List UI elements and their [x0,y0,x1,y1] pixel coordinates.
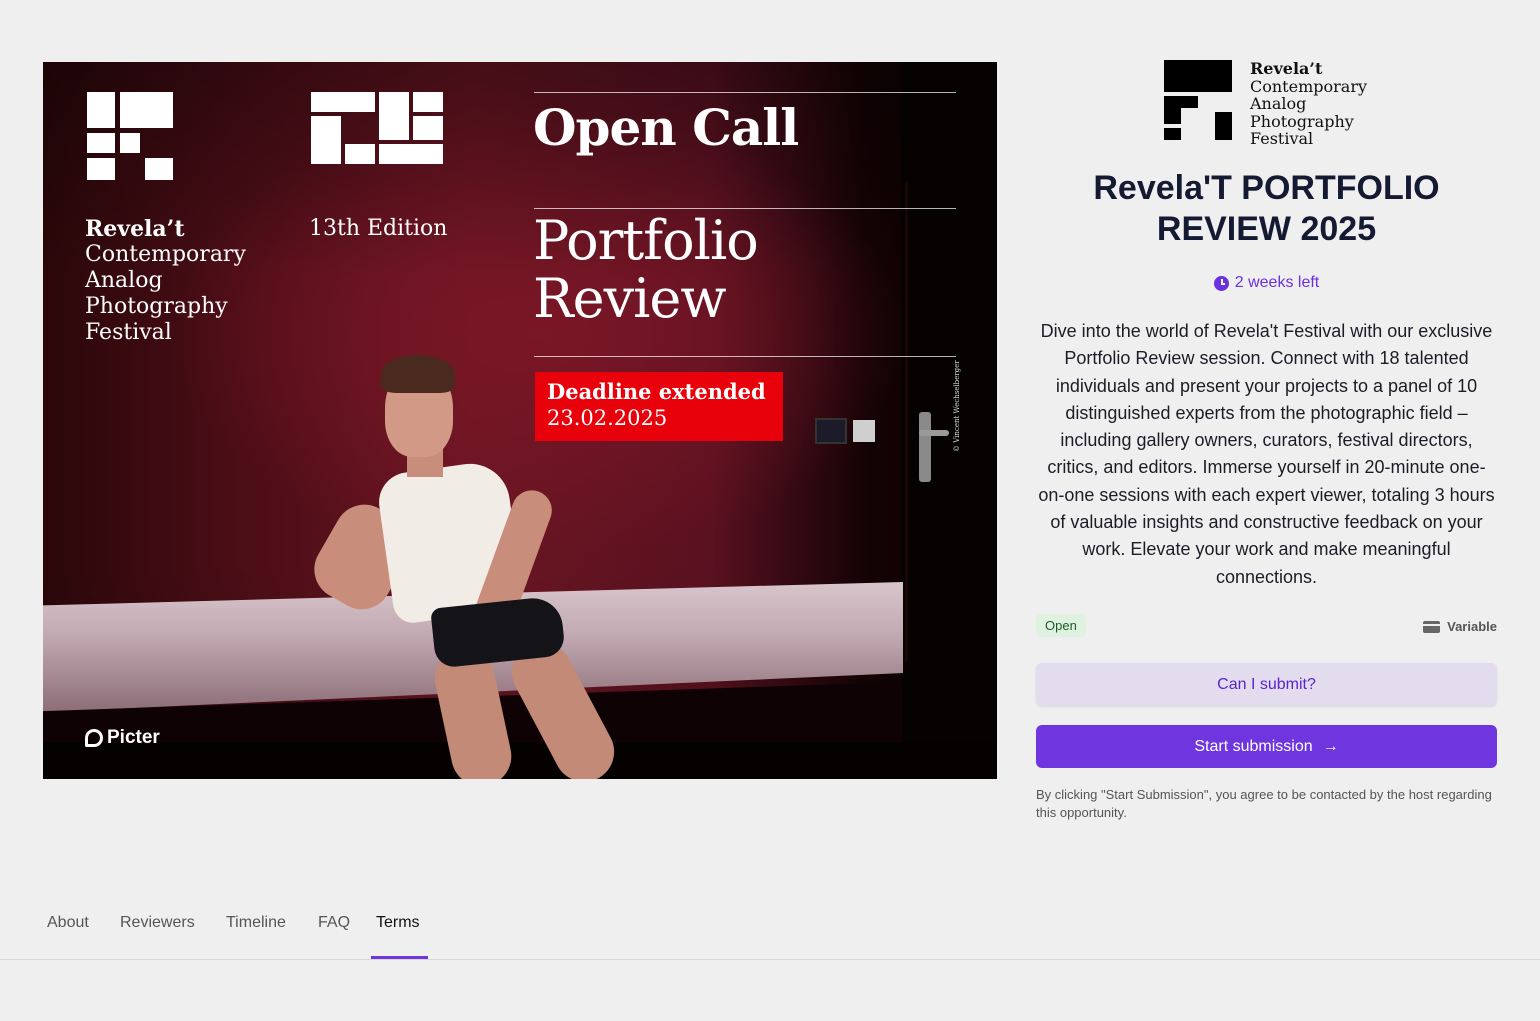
brand-name-line: Contemporary [1250,76,1367,96]
festival-brand: Revela’t Contemporary Analog Photography… [1164,60,1367,148]
status-badge: Open [1036,614,1086,637]
submission-disclaimer: By clicking "Start Submission", you agre… [1036,787,1492,820]
poster-deadline-box: Deadline extended 23.02.2025 [535,372,783,441]
active-tab-indicator [371,956,428,959]
page-title: Revela'T PORTFOLIO REVIEW 2025 [1093,169,1440,248]
poster-portfolio-line: Portfolio [533,209,759,272]
poster-edition: 13th Edition [309,216,448,241]
time-left-text: 2 weeks left [1234,274,1320,291]
poster-festival-line: Festival [85,320,172,345]
poster-photo-credit: © Vincent Wechselberger [953,360,961,452]
poster-portfolio-review: Portfolio Review [533,209,759,330]
edition-25-mark [311,92,443,164]
opportunity-description: Dive into the world of Revela't Festival… [1038,321,1495,587]
poster-festival-line: Contemporary [85,242,246,267]
tab-about[interactable]: About [47,914,89,948]
deadline-countdown: 2 weeks left [1036,274,1497,292]
poster-rule [534,92,956,93]
start-submission-label: Start submission [1194,737,1313,755]
brand-name-line: Festival [1250,129,1314,148]
picter-logo: Picter [85,727,160,749]
clock-icon [1213,275,1229,291]
can-i-submit-button[interactable]: Can I submit? [1036,663,1497,706]
start-submission-button[interactable]: Start submission → [1036,725,1497,768]
revelat-logo-mark [1164,60,1236,144]
brand-name-line: Analog [1250,94,1307,113]
wall-socket [853,420,875,442]
brand-name-bold: Revela’t [1250,59,1323,78]
poster-festival-line: Photography [85,294,228,319]
poster-festival-name-bold: Revela’t [85,216,185,242]
tab-reviewers[interactable]: Reviewers [120,914,195,948]
arrow-right-icon: → [1322,737,1339,755]
door-handle-bar [919,430,949,436]
poster-festival-line: Analog [85,268,163,293]
tab-terms[interactable]: Terms [376,914,420,948]
picter-logo-text: Picter [107,727,160,748]
brand-name-line: Photography [1250,111,1354,131]
poster-open-call: Open Call [533,98,799,157]
card-icon [1423,620,1441,633]
tab-timeline[interactable]: Timeline [226,914,286,948]
festival-brand-name: Revela’t Contemporary Analog Photography… [1250,60,1367,148]
wall-switch [815,418,847,444]
door [901,62,997,779]
poster-deadline-date: 23.02.2025 [547,406,668,430]
picter-logo-icon [85,729,103,747]
poster-festival-name: Revela’t Contemporary Analog Photography… [85,216,246,346]
section-tabs: About Reviewers Timeline FAQ Terms [0,900,1540,960]
tab-faq[interactable]: FAQ [318,914,350,948]
poster-review-line: Review [533,267,727,330]
revelat-logo-mark-poster [87,92,173,180]
poster-rule [534,356,956,357]
poster-deadline-title: Deadline extended [547,379,766,404]
door-handle [919,412,931,482]
hero-poster-image: Revela’t Contemporary Analog Photography… [43,62,997,779]
fee-label: Variable [1447,619,1497,634]
subject-hair [381,355,455,393]
door-edge [905,182,908,662]
fee-info: Variable [1423,619,1497,634]
